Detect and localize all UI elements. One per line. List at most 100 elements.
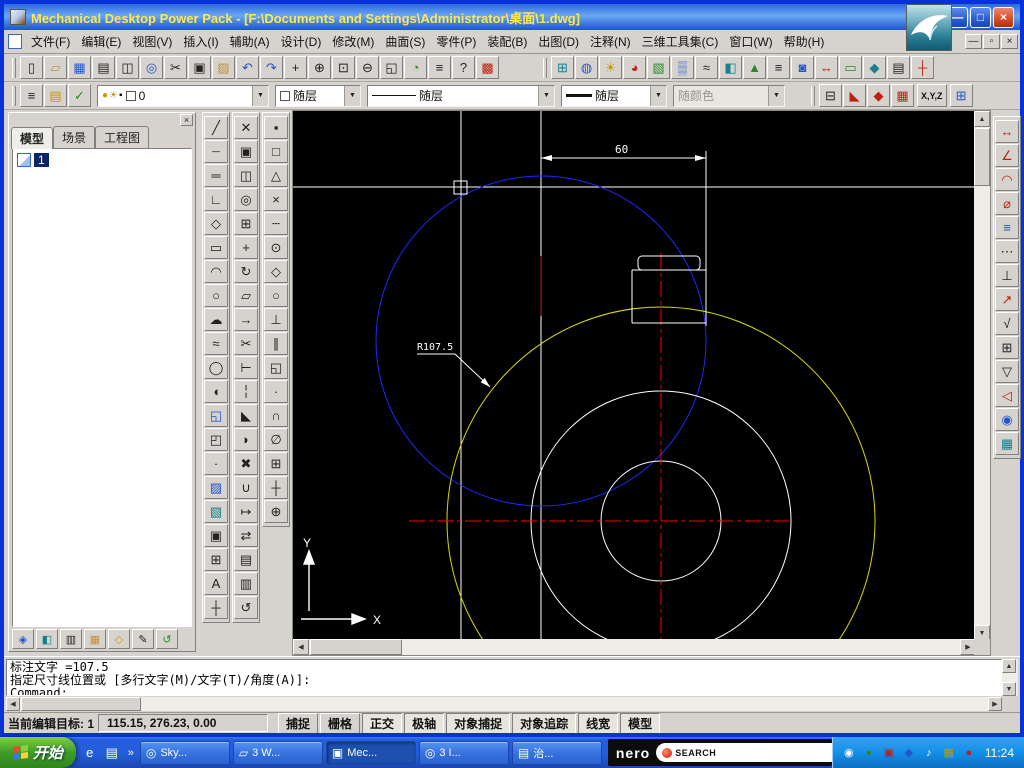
chevron-down-icon[interactable]: ▼ (538, 86, 554, 106)
menu-item[interactable]: 注释(N) (585, 30, 636, 53)
symbol-library-icon[interactable]: ◆ (867, 84, 890, 107)
orbit-icon[interactable]: ◔ (404, 56, 427, 79)
update-icon[interactable]: ● (961, 745, 977, 761)
chamfer-icon[interactable]: ◣ (234, 404, 258, 427)
table-icon[interactable]: ⊞ (204, 548, 228, 571)
grid-toggle[interactable]: 栅格 (320, 713, 360, 734)
menu-item[interactable]: 窗口(W) (724, 30, 777, 53)
start-button[interactable]: 开始 (0, 737, 76, 768)
layer-states-icon[interactable]: ▤ (44, 84, 67, 107)
zoom-window-icon[interactable]: ⊡ (332, 56, 355, 79)
ie-icon[interactable]: e (80, 743, 100, 763)
hatch-icon[interactable]: ▨ (204, 476, 228, 499)
make-layer-current-icon[interactable]: ✓ (68, 84, 91, 107)
snap-nearest-icon[interactable]: ∩ (264, 404, 288, 427)
network-icon[interactable]: ▦ (941, 745, 957, 761)
print-preview-icon[interactable]: ◫ (116, 56, 139, 79)
task-ie-group[interactable]: ◎3 I... (419, 741, 509, 765)
insert-block-icon[interactable]: ◱ (204, 404, 228, 427)
mech-layer-groups-icon[interactable]: ⊟ (819, 84, 842, 107)
join-icon[interactable]: ∪ (234, 476, 258, 499)
snap-from-icon[interactable]: ▪ (264, 116, 288, 139)
close-button[interactable]: × (993, 7, 1014, 28)
offset-icon[interactable]: ◎ (234, 188, 258, 211)
render-icon[interactable]: ◍ (575, 56, 598, 79)
menu-item[interactable]: 出图(D) (533, 30, 584, 53)
balloon-icon[interactable]: ◉ (995, 408, 1019, 431)
mline-icon[interactable]: ═ (204, 164, 228, 187)
mtext-icon[interactable]: A (204, 572, 228, 595)
snap-insert-icon[interactable]: ◱ (264, 356, 288, 379)
open-file-icon[interactable]: ▱ (44, 56, 67, 79)
bom-icon[interactable]: ▦ (995, 432, 1019, 455)
graphics-tray-icon[interactable]: ◆ (901, 745, 917, 761)
new-file-icon[interactable]: ▯ (20, 56, 43, 79)
snap-quadrant-icon[interactable]: ◇ (264, 260, 288, 283)
layer-combo[interactable]: ●☀▪ 0 ▼ (97, 85, 269, 107)
edit-icon[interactable]: ✎ (132, 629, 154, 649)
nero-tray-icon[interactable]: ◉ (841, 745, 857, 761)
diameter-dimension-icon[interactable]: ⌀ (995, 192, 1019, 215)
chevron-down-icon[interactable]: ▼ (650, 86, 666, 106)
redo-icon[interactable]: ↷ (260, 56, 283, 79)
search-icon[interactable]: ◎ (140, 56, 163, 79)
menu-item[interactable]: 插入(I) (178, 30, 223, 53)
task-mechanical[interactable]: ▣Mec... (326, 741, 416, 765)
revcloud-icon[interactable]: ☁ (204, 308, 228, 331)
polygon-icon[interactable]: ◇ (204, 212, 228, 235)
assembly-icon[interactable]: ◈ (12, 629, 34, 649)
menu-item[interactable]: 曲面(S) (380, 30, 430, 53)
menu-item[interactable]: 视图(V) (127, 30, 177, 53)
ellipse-icon[interactable]: ◯ (204, 356, 228, 379)
fog-icon[interactable]: ≈ (695, 56, 718, 79)
osnap-settings2-icon[interactable]: ⊞ (264, 452, 288, 475)
pan-icon[interactable]: + (284, 56, 307, 79)
snap-toggle[interactable]: 捕捉 (278, 713, 318, 734)
point-style-icon[interactable]: ┼ (204, 596, 228, 619)
zoom-realtime-icon[interactable]: ⊕ (308, 56, 331, 79)
copy-icon[interactable]: ▣ (188, 56, 211, 79)
lineweight-toggle[interactable]: 线宽 (578, 713, 618, 734)
cut-icon[interactable]: ✂ (164, 56, 187, 79)
lineweight-combo[interactable]: 随层 ▼ (561, 85, 667, 107)
layer-manager-icon[interactable]: ≡ (20, 84, 43, 107)
make-block-icon[interactable]: ◰ (204, 428, 228, 451)
point-icon[interactable]: · (204, 452, 228, 475)
snap-extension-icon[interactable]: ┄ (264, 212, 288, 235)
materials-icon[interactable]: ◕ (623, 56, 646, 79)
tab-model[interactable]: 模型 (11, 127, 53, 149)
snap-endpoint-icon[interactable]: □ (264, 140, 288, 163)
toolbox-icon[interactable]: ▩ (476, 56, 499, 79)
chevron-down-icon[interactable]: ▼ (252, 86, 268, 106)
tab-drawing[interactable]: 工程图 (95, 126, 149, 148)
match-properties-icon[interactable]: ▥ (234, 572, 258, 595)
distance-icon[interactable]: ↔ (815, 56, 838, 79)
toolbar-grip[interactable] (12, 58, 16, 78)
save-icon[interactable]: ▦ (68, 56, 91, 79)
command-vertical-scrollbar[interactable]: ▲ ▼ (1002, 659, 1018, 696)
xline-icon[interactable]: ┈ (204, 140, 228, 163)
snap-center-icon[interactable]: ⊙ (264, 236, 288, 259)
design-center-icon[interactable]: ⊞ (551, 56, 574, 79)
zoom-previous-icon[interactable]: ⊖ (356, 56, 379, 79)
rectangle-icon[interactable]: ▭ (204, 236, 228, 259)
line-icon[interactable]: ╱ (204, 116, 228, 139)
menu-item[interactable]: 修改(M) (327, 30, 379, 53)
menu-item[interactable]: 三维工具集(C) (637, 30, 724, 53)
array-icon[interactable]: ⊞ (234, 212, 258, 235)
baseline-dimension-icon[interactable]: ≡ (995, 216, 1019, 239)
update-icon[interactable]: ↺ (156, 629, 178, 649)
ordinate-dimension-icon[interactable]: ⊥ (995, 264, 1019, 287)
statistics-icon[interactable]: ≡ (767, 56, 790, 79)
snap-perpendicular-icon[interactable]: ⊥ (264, 308, 288, 331)
mass-properties-icon[interactable]: ◆ (863, 56, 886, 79)
id-point-icon[interactable]: ┼ (911, 56, 934, 79)
quick-launch-overflow-chevron[interactable]: » (126, 747, 136, 759)
move-icon[interactable]: + (234, 236, 258, 259)
align-icon[interactable]: ⇄ (234, 524, 258, 547)
toolbar-grip[interactable] (12, 86, 16, 106)
osnap-settings-icon[interactable]: ⊞ (950, 84, 973, 107)
paste-icon[interactable]: ▨ (212, 56, 235, 79)
color-combo[interactable]: 随层 ▼ (275, 85, 361, 107)
stretch-icon[interactable]: → (234, 308, 258, 331)
